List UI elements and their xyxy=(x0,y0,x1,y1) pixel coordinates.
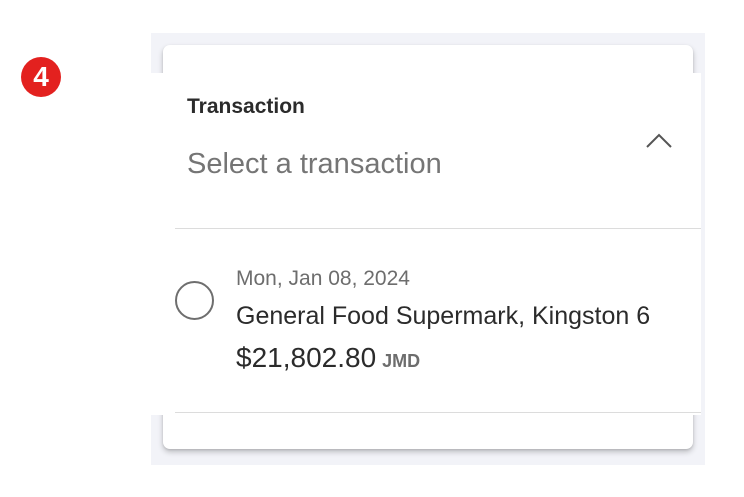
transaction-select-placeholder[interactable]: Select a transaction xyxy=(187,148,442,181)
chevron-up-icon[interactable] xyxy=(643,128,675,152)
transaction-amount: $21,802.80 JMD xyxy=(236,342,420,374)
transaction-merchant: General Food Supermark, Kingston 6 xyxy=(236,302,651,330)
divider-top xyxy=(175,228,701,229)
step-number-badge: 4 xyxy=(21,57,61,97)
transaction-field-label: Transaction xyxy=(187,95,305,118)
page: 4 Transaction Select a transaction Mon, … xyxy=(0,0,744,497)
transaction-amount-value: $21,802.80 xyxy=(236,342,377,373)
transaction-option[interactable]: Mon, Jan 08, 2024 General Food Supermark… xyxy=(163,256,693,386)
transaction-currency: JMD xyxy=(382,351,421,371)
transaction-radio-button[interactable] xyxy=(175,281,214,320)
transaction-date: Mon, Jan 08, 2024 xyxy=(236,267,410,290)
divider-bottom xyxy=(175,412,701,413)
